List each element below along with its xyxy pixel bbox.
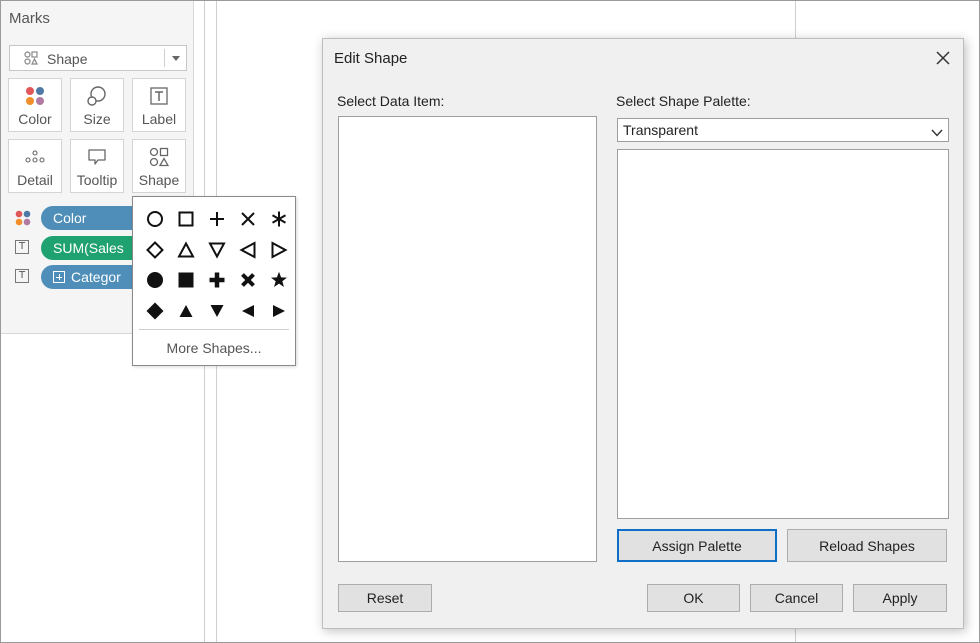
mark-type-dropdown[interactable]: Shape <box>9 45 187 71</box>
shape-grid <box>139 204 294 326</box>
more-shapes-link[interactable]: More Shapes... <box>133 340 295 356</box>
close-icon[interactable] <box>935 50 951 66</box>
triangle-up-outline-icon[interactable] <box>170 235 201 266</box>
tooltip-button[interactable]: Tooltip <box>70 139 124 193</box>
diamond-filled-icon[interactable] <box>139 296 170 327</box>
detail-button[interactable]: Detail <box>8 139 62 193</box>
label-icon: T <box>15 269 29 283</box>
detail-icon <box>9 146 61 168</box>
category-pill-label: Categor <box>71 269 121 285</box>
circle-filled-icon[interactable] <box>139 265 170 296</box>
times-icon[interactable] <box>232 204 263 235</box>
label-button[interactable]: Label <box>132 78 186 132</box>
asterisk-icon[interactable] <box>263 204 294 235</box>
label-icon: T <box>15 240 29 254</box>
select-palette-label: Select Shape Palette: <box>616 93 751 109</box>
assign-palette-button[interactable]: Assign Palette <box>617 529 777 562</box>
shape-preview-area[interactable] <box>617 149 949 519</box>
triangle-left-filled-icon[interactable] <box>232 296 263 327</box>
chevron-down-icon <box>931 125 943 141</box>
plus-filled-icon[interactable] <box>201 265 232 296</box>
shape-palette-popup: More Shapes... <box>132 196 296 366</box>
tooltip-button-label: Tooltip <box>76 172 118 188</box>
marks-title: Marks <box>9 10 50 27</box>
data-item-list[interactable] <box>338 116 597 562</box>
tooltip-icon <box>71 146 123 168</box>
color-icon <box>9 85 61 107</box>
size-button-label: Size <box>83 111 111 127</box>
times-filled-icon[interactable] <box>232 265 263 296</box>
square-outline-icon[interactable] <box>170 204 201 235</box>
triangle-right-outline-icon[interactable] <box>263 235 294 266</box>
reset-button[interactable]: Reset <box>338 584 432 612</box>
cancel-button[interactable]: Cancel <box>750 584 843 612</box>
apply-button[interactable]: Apply <box>853 584 947 612</box>
dialog-title: Edit Shape <box>334 50 408 67</box>
circle-outline-icon[interactable] <box>139 204 170 235</box>
shape-icon <box>133 146 185 168</box>
shape-button[interactable]: Shape <box>132 139 186 193</box>
palette-select[interactable]: Transparent <box>617 118 949 142</box>
reload-shapes-button[interactable]: Reload Shapes <box>787 529 947 562</box>
triangle-up-filled-icon[interactable] <box>170 296 201 327</box>
triangle-down-filled-icon[interactable] <box>201 296 232 327</box>
detail-button-label: Detail <box>17 172 53 188</box>
triangle-right-filled-icon[interactable] <box>263 296 294 327</box>
label-button-label: Label <box>141 111 177 127</box>
star-filled-icon[interactable] <box>263 265 294 296</box>
square-filled-icon[interactable] <box>170 265 201 296</box>
select-data-item-label: Select Data Item: <box>337 93 445 109</box>
expand-icon[interactable] <box>53 271 65 283</box>
ok-button[interactable]: OK <box>647 584 740 612</box>
size-icon <box>71 85 123 107</box>
mark-type-label: Shape <box>47 51 88 67</box>
dropdown-separator <box>164 49 165 67</box>
color-icon <box>15 210 31 226</box>
palette-select-value: Transparent <box>623 122 698 138</box>
triangle-left-outline-icon[interactable] <box>232 235 263 266</box>
shape-icon <box>24 51 38 68</box>
color-button-label: Color <box>18 111 52 127</box>
plus-icon[interactable] <box>201 204 232 235</box>
edit-shape-dialog: Edit Shape Select Data Item: Select Shap… <box>322 38 964 629</box>
chevron-down-icon <box>172 56 180 61</box>
size-button[interactable]: Size <box>70 78 124 132</box>
popup-separator <box>139 329 289 330</box>
diamond-outline-icon[interactable] <box>139 235 170 266</box>
shape-button-label: Shape <box>138 172 180 188</box>
triangle-down-outline-icon[interactable] <box>201 235 232 266</box>
label-icon <box>133 85 185 107</box>
color-button[interactable]: Color <box>8 78 62 132</box>
